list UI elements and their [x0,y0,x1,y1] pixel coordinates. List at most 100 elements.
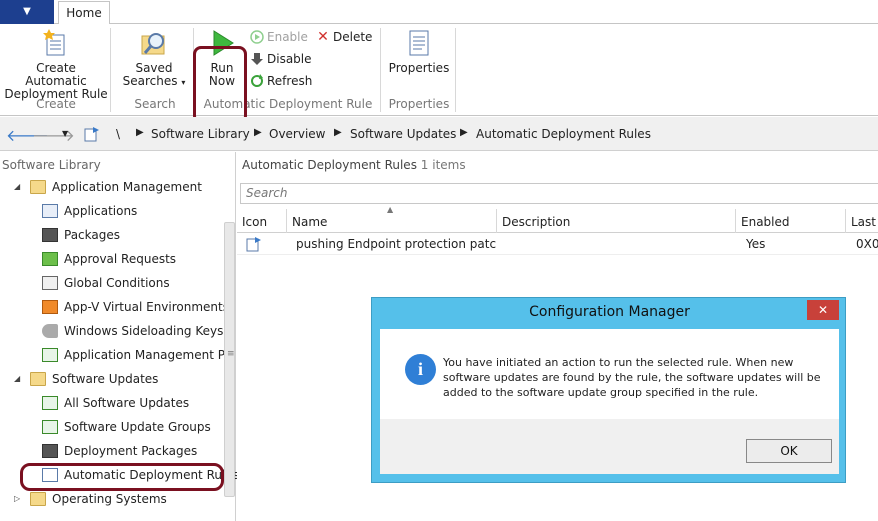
nav-scrollbar[interactable]: ≡ [224,222,235,497]
dialog-title: Configuration Manager [529,304,690,320]
create-rule-button[interactable]: Create Automatic Deployment Rule [4,28,108,101]
tree-item-sideloading-keys[interactable]: Windows Sideloading Keys [42,320,223,342]
adr-icon [246,237,261,252]
breadcrumb-root[interactable]: \ [116,127,120,141]
disable-label: Disable [267,52,312,66]
tree-item-label: Operating Systems [52,492,167,506]
dialog-message: You have initiated an action to run the … [443,356,821,399]
tree-item-label: Application Management [52,180,202,194]
tree-item-label: Packages [64,228,120,242]
refresh-button[interactable]: Refresh [250,72,312,90]
dialog-body: i You have initiated an action to run th… [380,329,839,419]
table-row[interactable]: pushing Endpoint protection patch... Yes… [237,234,878,255]
ok-button[interactable]: OK [746,439,832,463]
tree-item-approval-requests[interactable]: Approval Requests [42,248,176,270]
expand-icon[interactable]: ▷ [14,488,26,510]
breadcrumb-separator-icon[interactable]: ▶ [460,127,468,138]
key-icon [42,324,58,338]
info-icon: i [405,354,436,385]
properties-button[interactable]: Properties [388,28,450,75]
disable-button[interactable]: Disable [250,50,312,68]
tree-item-operating-systems[interactable]: ▷ Operating Systems [14,488,167,510]
create-rule-label: Create Automatic Deployment Rule [4,61,108,101]
breadcrumb-software-updates[interactable]: Software Updates [350,127,456,141]
group-label-properties: Properties [388,97,450,111]
run-now-highlight [193,46,247,124]
dialog-footer: OK [380,419,839,474]
tree-item-global-conditions[interactable]: Global Conditions [42,272,170,294]
nav-header: Software Library [2,158,101,172]
forward-arrow-icon[interactable]: 🡒 [32,125,75,145]
tree-item-label: Software Update Groups [64,420,211,434]
properties-label: Properties [388,61,450,75]
properties-icon [409,30,429,56]
tree-item-software-updates[interactable]: ◢ Software Updates [14,368,158,390]
tree-item-label: Approval Requests [64,252,177,266]
folder-icon [30,372,46,386]
column-header-enabled[interactable]: Enabled [736,209,846,233]
delete-button[interactable]: ✕ Delete [316,28,372,46]
close-button[interactable]: ✕ [807,300,839,320]
refresh-label: Refresh [267,74,313,88]
content-title-text: Automatic Deployment Rules [242,158,417,172]
appv-icon [42,300,58,314]
saved-searches-icon [141,33,165,55]
applications-icon [42,204,58,218]
collapse-icon[interactable]: ◢ [14,176,26,198]
down-arrow-icon [250,52,264,66]
ribbon-tabbar: ▼ Home [0,0,878,25]
grid-header: Icon Name ▲ Description Enabled Last I [237,205,878,255]
enable-icon [250,30,264,44]
tree-item-label: Application Management Pol [64,348,236,362]
saved-searches-label: Saved Searches [122,61,178,88]
tree-item-label: Deployment Packages [64,444,198,458]
history-dropdown-icon[interactable]: ▼ [62,129,68,138]
app-menu-button[interactable]: ▼ [0,0,54,24]
close-icon: ✕ [817,303,829,317]
tree-item-deployment-packages[interactable]: Deployment Packages [42,440,197,462]
row-description [502,234,732,255]
config-manager-dialog: Configuration Manager ✕ i You have initi… [371,297,846,483]
saved-searches-button[interactable]: Saved Searches ▾ [118,28,190,89]
tree-item-update-groups[interactable]: Software Update Groups [42,416,211,438]
column-header-last[interactable]: Last I [846,209,878,255]
approval-icon [42,252,58,266]
tab-home[interactable]: Home [58,1,110,25]
column-header-icon[interactable]: Icon [237,209,287,233]
tree-item-all-software-updates[interactable]: All Software Updates [42,392,189,414]
column-header-description[interactable]: Description [497,209,736,233]
tree-item-application-management[interactable]: ◢ Application Management [14,176,202,198]
workspace-icon [84,127,99,142]
tree-item-label: Software Updates [52,372,159,386]
breadcrumb-adr[interactable]: Automatic Deployment Rules [476,127,651,141]
breadcrumb-overview[interactable]: Overview [269,127,326,141]
folder-icon [30,180,46,194]
address-bar: 🡐 🡒 ▼ \ ▶ Software Library ▶ Overview ▶ … [0,117,878,151]
software-updates-icon [42,396,58,410]
collapse-icon[interactable]: ◢ [14,368,26,390]
tree-item-applications[interactable]: Applications [42,200,137,222]
tree-item-app-management-policies[interactable]: Application Management Pol [42,344,235,366]
enable-button[interactable]: Enable [250,28,308,46]
enable-label: Enable [267,30,308,44]
folder-icon [30,492,46,506]
row-enabled: Yes [746,237,766,251]
breadcrumb-software-library[interactable]: Software Library [151,127,250,141]
tree-item-label: All Software Updates [64,396,190,410]
adr-highlight [20,463,224,491]
breadcrumb-separator-icon[interactable]: ▶ [254,127,262,138]
scroll-grip-icon: ≡ [227,349,235,359]
tree-item-label: Windows Sideloading Keys [64,324,224,338]
breadcrumb-separator-icon[interactable]: ▶ [334,127,342,138]
ribbon: Create Automatic Deployment Rule Create … [0,24,878,124]
breadcrumb-separator-icon[interactable]: ▶ [136,127,144,138]
global-conditions-icon [42,276,58,290]
tree-item-appv-environments[interactable]: App-V Virtual Environments [42,296,229,318]
group-label-search: Search [134,97,176,111]
search-input[interactable]: Search [240,183,878,204]
policy-icon [42,348,58,362]
content-title: Automatic Deployment Rules 1 items [242,158,466,172]
tree-item-label: App-V Virtual Environments [64,300,229,314]
tree-item-packages[interactable]: Packages [42,224,120,246]
update-groups-icon [42,420,58,434]
